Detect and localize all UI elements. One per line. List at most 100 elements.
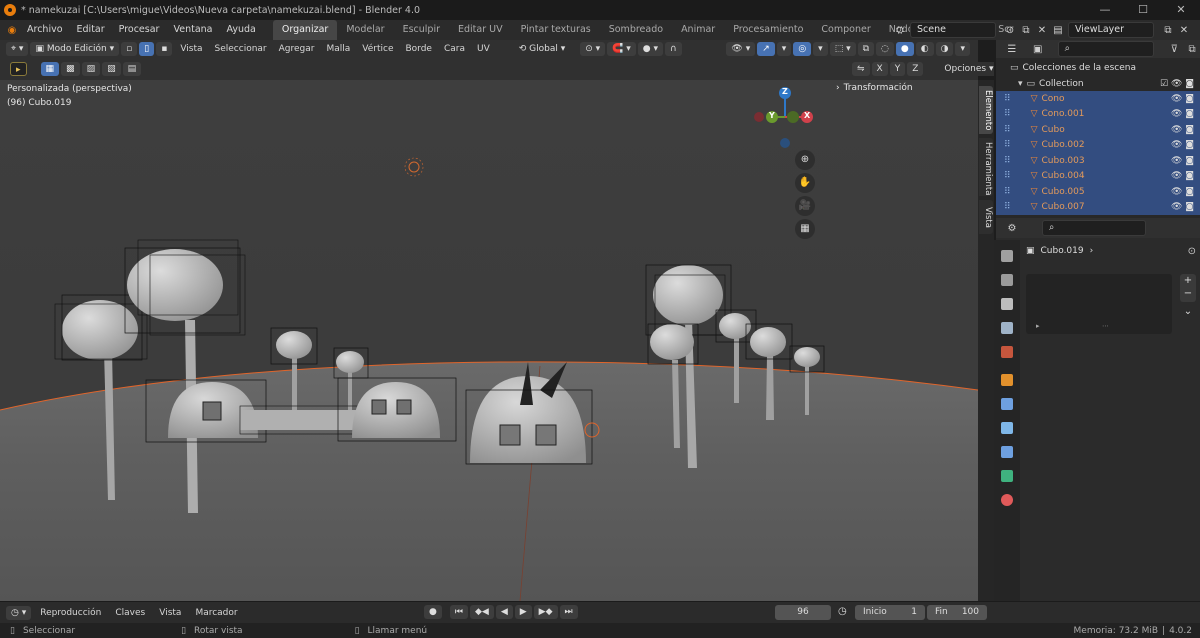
visibility-icon[interactable]: 👁 ◙ — [1171, 109, 1194, 119]
scene-tab-icon[interactable] — [1001, 346, 1013, 358]
tab-pintar-texturas[interactable]: Pintar texturas — [512, 20, 600, 40]
transform-panel-header[interactable]: › Transformación — [836, 83, 913, 93]
filter-icon[interactable]: ⊽ — [1166, 41, 1182, 57]
particles-tab-icon[interactable] — [1001, 422, 1013, 434]
mirror-y-button[interactable]: Y — [889, 62, 906, 76]
tab-herramienta[interactable]: Herramienta — [979, 138, 993, 196]
menu-claves[interactable]: Claves — [108, 603, 152, 623]
menu-vista-timeline[interactable]: Vista — [152, 603, 188, 623]
record-button[interactable]: ● — [424, 605, 442, 619]
scene-render[interactable] — [0, 80, 978, 601]
delete-viewlayer-icon[interactable]: ✕ — [1176, 22, 1192, 38]
outliner-item-cubo[interactable]: ⠿ ▽ Cubo 👁 ◙ — [996, 122, 1200, 138]
render-tab-icon[interactable] — [1001, 274, 1013, 286]
wireframe-shading-button[interactable]: ◌ — [876, 42, 894, 56]
mirror-x-button[interactable]: X — [871, 62, 888, 76]
collection-row[interactable]: ▾ ▭ Collection ☑ 👁 ◙ — [996, 76, 1200, 92]
tab-animar[interactable]: Animar — [672, 20, 724, 40]
object-tab-icon[interactable] — [1001, 374, 1013, 386]
orientation-selector[interactable]: ⟲ Global ▾ — [513, 42, 571, 56]
scene-selector[interactable]: ⛭ Scene ⊙ ⧉ ✕ — [892, 22, 1050, 38]
visibility-button[interactable]: 👁 ▾ — [726, 42, 756, 56]
gizmo-menu-button[interactable]: ▾ — [776, 42, 792, 56]
3d-viewport[interactable]: Personalizada (perspectiva) (96) Cubo.01… — [0, 80, 978, 601]
pin-icon[interactable]: ⊙ — [1188, 246, 1196, 257]
menu-ventana[interactable]: Ventana — [166, 20, 219, 40]
current-frame-field[interactable]: 96 — [775, 605, 831, 620]
tab-vista[interactable]: Vista — [979, 200, 993, 234]
timeline-editor-icon[interactable]: ◷ ▾ — [6, 605, 32, 620]
zoom-icon[interactable]: ⊕ — [795, 150, 815, 170]
mesh-edit-overlay-button[interactable]: ⬚ ▾ — [829, 42, 856, 56]
outliner-item-cubo-007[interactable]: ⠿ ▽ Cubo.007 👁 ◙ — [996, 199, 1200, 215]
select-new-button[interactable]: ▦ — [40, 62, 60, 76]
jump-keyframe-back-icon[interactable]: ◆◀ — [469, 605, 494, 619]
menu-malla[interactable]: Malla — [320, 39, 356, 59]
menu-editar[interactable]: Editar — [70, 20, 112, 40]
select-invert-button[interactable]: ▧ — [102, 62, 121, 76]
solid-shading-button[interactable]: ● — [895, 42, 914, 56]
end-frame-field[interactable]: Fin 100 — [927, 605, 987, 620]
play-icon[interactable]: ▶ — [514, 605, 532, 619]
select-face-mode-button[interactable]: ▪ — [156, 42, 173, 56]
new-scene-icon[interactable]: ⧉ — [1018, 22, 1034, 38]
menu-reproduccion[interactable]: Reproducción — [33, 603, 108, 623]
tab-organizar[interactable]: Organizar — [272, 20, 338, 40]
perspective-grid-icon[interactable]: ▦ — [795, 219, 815, 239]
jump-keyframe-forward-icon[interactable]: ▶◆ — [533, 605, 558, 619]
pin-icon[interactable]: ⊙ — [1002, 22, 1018, 38]
camera-view-icon[interactable]: 🎥 — [795, 196, 815, 216]
falloff-button[interactable]: ∩ — [665, 42, 682, 56]
list-menu-icon[interactable]: ⌄ — [1180, 306, 1196, 322]
select-vertex-mode-button[interactable]: ▫ — [121, 42, 138, 56]
menu-ayuda[interactable]: Ayuda — [220, 20, 263, 40]
overlay-menu-button[interactable]: ▾ — [813, 42, 828, 56]
outliner-item-cubo-005[interactable]: ⠿ ▽ Cubo.005 👁 ◙ — [996, 184, 1200, 200]
material-shading-button[interactable]: ◐ — [915, 42, 934, 56]
menu-cara[interactable]: Cara — [438, 39, 471, 59]
proportional-edit-button[interactable]: ● ▾ — [637, 42, 664, 56]
select-intersect-button[interactable]: ▤ — [122, 62, 142, 76]
xray-toggle-button[interactable]: ⧉ — [857, 42, 875, 56]
visibility-icon[interactable]: 👁 ◙ — [1171, 171, 1194, 181]
minimize-button[interactable]: — — [1086, 0, 1124, 20]
maximize-button[interactable]: ☐ — [1124, 0, 1162, 20]
outliner-item-cubo-002[interactable]: ⠿ ▽ Cubo.002 👁 ◙ — [996, 137, 1200, 153]
clock-icon[interactable]: ◷ — [838, 606, 847, 617]
menu-agregar[interactable]: Agregar — [273, 39, 321, 59]
outliner-item-cubo-004[interactable]: ⠿ ▽ Cubo.004 👁 ◙ — [996, 168, 1200, 184]
tool-tab-icon[interactable] — [1001, 250, 1013, 262]
select-extend-button[interactable]: ▩ — [61, 62, 80, 76]
snap-button[interactable]: 🧲 ▾ — [607, 42, 636, 56]
expand-icon[interactable]: ▸ — [1036, 322, 1040, 330]
properties-search-field[interactable]: ⌕ — [1042, 220, 1146, 236]
viewlayer-name-field[interactable]: ViewLayer — [1068, 22, 1154, 38]
menu-borde[interactable]: Borde — [400, 39, 438, 59]
menu-procesar[interactable]: Procesar — [112, 20, 167, 40]
tab-sombreado[interactable]: Sombreado — [600, 20, 672, 40]
menu-vista[interactable]: Vista — [174, 39, 208, 59]
outliner-search-field[interactable]: ⌕ — [1057, 41, 1155, 57]
outliner-item-cubo-003[interactable]: ⠿ ▽ Cubo.003 👁 ◙ — [996, 153, 1200, 169]
editor-type-button[interactable]: ⌖ ▾ — [6, 42, 29, 56]
start-frame-field[interactable]: Inicio 1 — [855, 605, 925, 620]
tab-editar-uv[interactable]: Editar UV — [449, 20, 512, 40]
tab-componer[interactable]: Componer — [812, 20, 879, 40]
menu-seleccionar[interactable]: Seleccionar — [209, 39, 273, 59]
select-tool-icon[interactable]: ▸ — [10, 62, 27, 76]
overlay-toggle-button[interactable]: ◎ — [793, 42, 812, 56]
scene-name-field[interactable]: Scene — [910, 22, 996, 38]
view-layer-tab-icon[interactable] — [1001, 322, 1013, 334]
close-button[interactable]: ✕ — [1162, 0, 1200, 20]
play-reverse-icon[interactable]: ◀ — [495, 605, 513, 619]
jump-end-icon[interactable]: ⏭ — [559, 605, 578, 619]
navigation-gizmo[interactable]: Z Y X — [750, 84, 820, 154]
new-collection-icon[interactable]: ⧉ — [1184, 41, 1200, 57]
delete-scene-icon[interactable]: ✕ — [1034, 22, 1050, 38]
modifiers-tab-icon[interactable] — [1001, 398, 1013, 410]
menu-uv[interactable]: UV — [471, 39, 496, 59]
properties-editor-icon[interactable]: ⚙ — [1004, 220, 1020, 236]
connector-tube[interactable] — [239, 405, 371, 435]
mode-selector[interactable]: ▣ Modo Edición ▾ — [30, 42, 120, 56]
display-mode-icon[interactable]: ▣ — [1030, 41, 1046, 57]
